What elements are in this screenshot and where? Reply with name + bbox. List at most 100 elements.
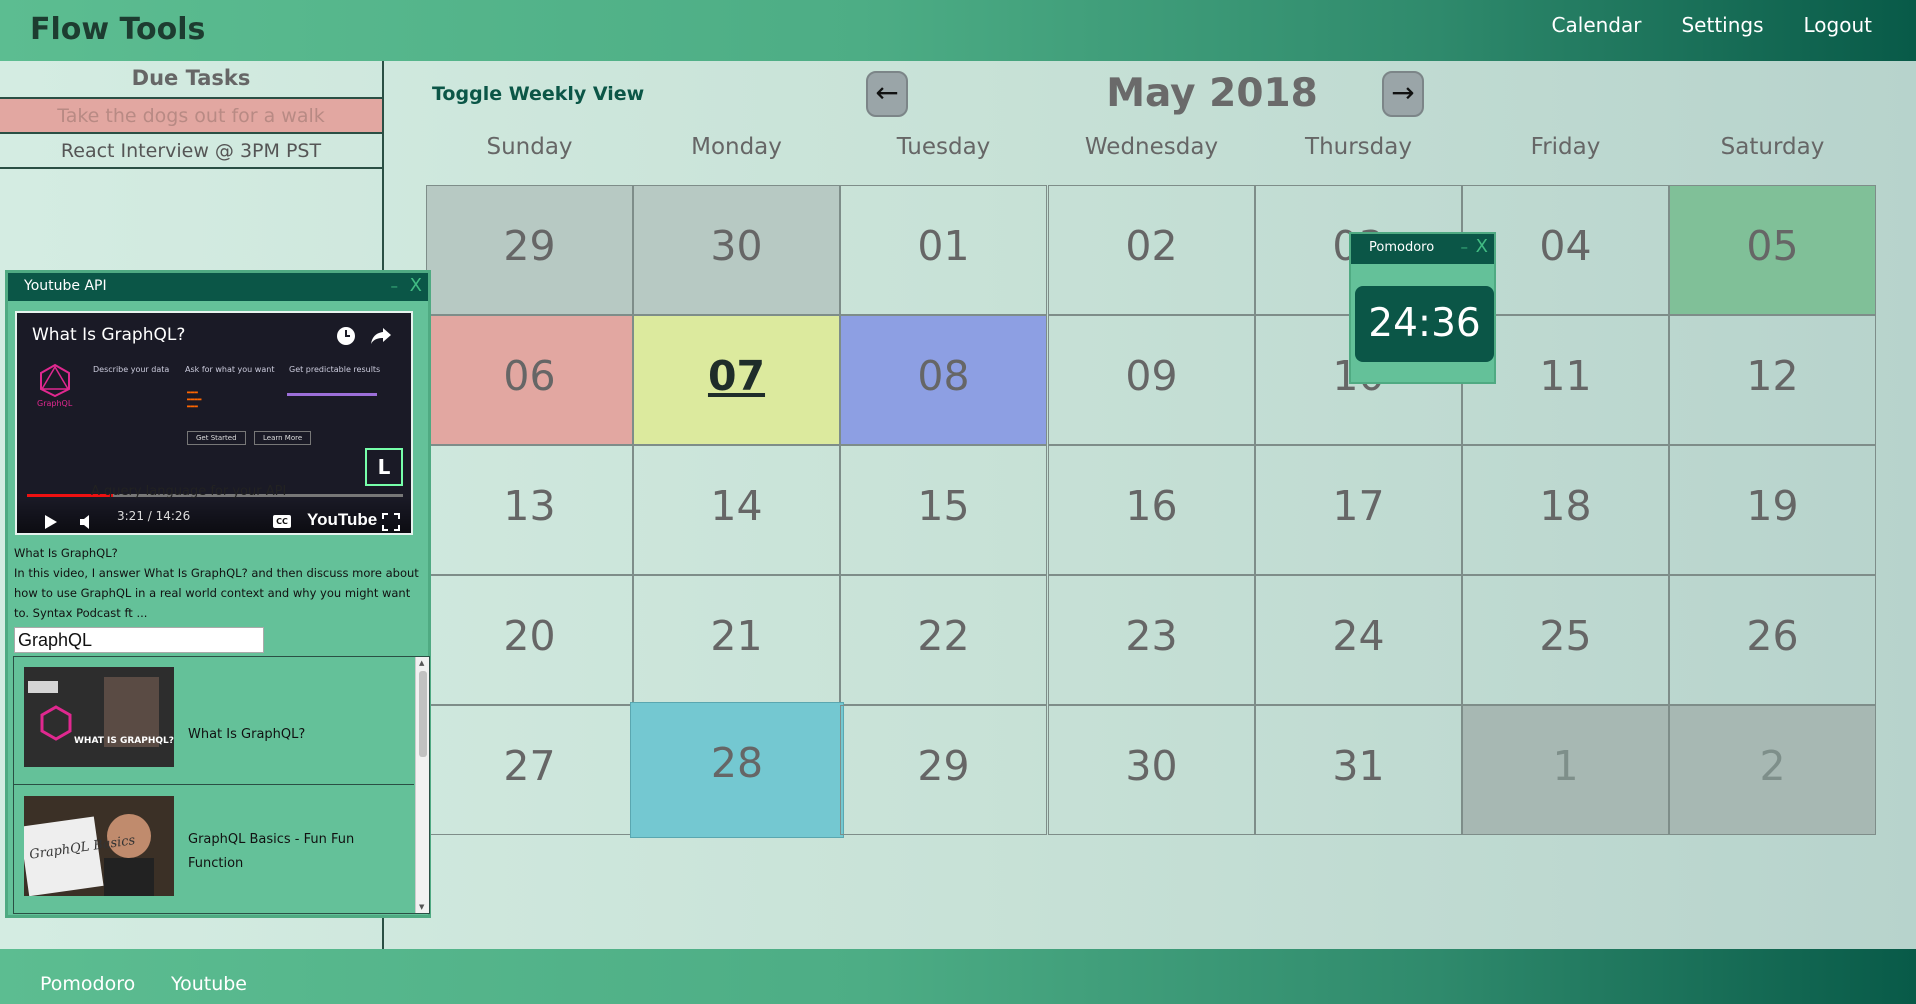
weekday-header: Monday: [691, 134, 782, 160]
task-item[interactable]: Take the dogs out for a walk: [0, 99, 382, 134]
volume-icon[interactable]: [79, 514, 97, 530]
scrollbar-thumb[interactable]: [419, 671, 427, 757]
due-tasks-title: Due Tasks: [0, 61, 382, 99]
day-cell[interactable]: 13: [426, 445, 633, 575]
nav-calendar-link[interactable]: Calendar: [1552, 13, 1642, 37]
result-title[interactable]: GraphQL Basics - Fun Fun Function: [188, 828, 368, 876]
code-snippet: ▬▬▬ ▬▬▬▬ ▬▬▬: [187, 389, 202, 410]
day-cell[interactable]: 02: [1048, 185, 1255, 315]
day-cell[interactable]: 29: [840, 705, 1047, 835]
next-month-button[interactable]: →: [1382, 71, 1424, 117]
video-description: What Is GraphQL? In this video, I answer…: [14, 543, 424, 623]
captions-icon[interactable]: CC: [273, 515, 291, 528]
day-cell[interactable]: 2: [1669, 705, 1876, 835]
day-cell[interactable]: 25: [1462, 575, 1669, 705]
month-title: May 2018: [1106, 71, 1318, 116]
day-cell[interactable]: 17: [1255, 445, 1462, 575]
result-thumbnail[interactable]: GraphQL Basics: [19, 796, 174, 897]
toggle-weekly-view-button[interactable]: Toggle Weekly View: [432, 83, 644, 105]
result-thumbnail[interactable]: WHAT IS GRAPHQL?: [24, 667, 174, 767]
day-cell[interactable]: 06: [426, 315, 633, 445]
day-cell[interactable]: 22: [840, 575, 1047, 705]
result-item[interactable]: WHAT IS GRAPHQL? What Is GraphQL?: [14, 657, 414, 785]
fullscreen-icon[interactable]: [382, 513, 400, 531]
day-cell[interactable]: 12: [1669, 315, 1876, 445]
day-cell[interactable]: 16: [1048, 445, 1255, 575]
bottom-pomodoro-link[interactable]: Pomodoro: [40, 973, 135, 995]
app-title[interactable]: Flow Tools: [30, 12, 205, 47]
task-item[interactable]: React Interview @ 3PM PST: [0, 134, 382, 169]
day-cell[interactable]: 18: [1462, 445, 1669, 575]
pomodoro-window: Pomodoro – X 24:36: [1349, 232, 1496, 384]
weekday-header: Wednesday: [1084, 134, 1219, 160]
calendar-panel: Toggle Weekly View ← May 2018 → Sunday M…: [384, 61, 1916, 949]
video-subtext: Ask for what you want: [185, 365, 275, 374]
day-cell[interactable]: 27: [426, 705, 633, 835]
day-cell[interactable]: 08: [840, 315, 1047, 445]
video-thumbnail-image: WHAT IS GRAPHQL?: [24, 667, 174, 767]
prev-month-button[interactable]: ←: [866, 71, 908, 117]
watch-later-icon[interactable]: [335, 325, 357, 347]
video-title: What Is GraphQL?: [32, 325, 186, 345]
day-cell[interactable]: 05: [1669, 185, 1876, 315]
video-subtext: Describe your data: [93, 365, 170, 374]
code-snippet: [287, 393, 377, 401]
day-cell[interactable]: 19: [1669, 445, 1876, 575]
scroll-up-icon[interactable]: ▲: [419, 659, 424, 667]
bottom-toolbar: Pomodoro Youtube: [0, 949, 1916, 1004]
day-cell[interactable]: 23: [1048, 575, 1255, 705]
day-cell[interactable]: 24: [1255, 575, 1462, 705]
bottom-youtube-link[interactable]: Youtube: [171, 973, 247, 995]
weekday-header: Sunday: [486, 134, 573, 160]
video-player[interactable]: What Is GraphQL? Describe your data Ask …: [15, 311, 413, 535]
pomodoro-window-title: Pomodoro: [1369, 240, 1435, 255]
day-cell-hovered[interactable]: 28: [630, 702, 844, 838]
youtube-window-title: Youtube API: [24, 278, 107, 294]
description-text: In this video, I answer What Is GraphQL?…: [14, 566, 419, 620]
pomodoro-timer[interactable]: 24:36: [1355, 286, 1494, 362]
day-cell[interactable]: 01: [840, 185, 1047, 315]
scroll-down-icon[interactable]: ▼: [419, 903, 424, 911]
weekday-header: Saturday: [1720, 134, 1825, 160]
day-cell[interactable]: 20: [426, 575, 633, 705]
day-cell[interactable]: 26: [1669, 575, 1876, 705]
video-caption: A query language for your API: [91, 484, 287, 499]
nav-links: Calendar Settings Logout: [1552, 13, 1872, 37]
result-item[interactable]: GraphQL Basics GraphQL Basics - Fun Fun …: [14, 786, 414, 913]
result-title[interactable]: What Is GraphQL?: [188, 723, 408, 747]
day-cell[interactable]: 15: [840, 445, 1047, 575]
youtube-window: Youtube API – X What Is GraphQL? Describ…: [5, 270, 431, 918]
nav-settings-link[interactable]: Settings: [1681, 13, 1763, 37]
results-scrollbar[interactable]: ▲ ▼: [415, 657, 429, 913]
youtube-logo[interactable]: YouTube: [307, 510, 377, 530]
month-grid: 29 30 01 02 03 04 05 06 07 08 09 10 11 1…: [426, 185, 1878, 838]
thumbnail-text: WHAT IS GRAPHQL?: [74, 736, 174, 746]
youtube-window-titlebar[interactable]: Youtube API – X: [8, 273, 428, 301]
close-icon[interactable]: X: [1476, 236, 1488, 257]
day-cell[interactable]: 29: [426, 185, 633, 315]
weekday-header: Tuesday: [896, 134, 991, 160]
youtube-results-list[interactable]: WHAT IS GRAPHQL? What Is GraphQL? GraphQ…: [13, 656, 430, 914]
pomodoro-window-titlebar[interactable]: Pomodoro – X: [1351, 234, 1494, 264]
day-cell[interactable]: 14: [633, 445, 840, 575]
share-icon[interactable]: [369, 325, 393, 347]
minimize-icon[interactable]: –: [1461, 238, 1469, 256]
day-cell-today[interactable]: 07: [633, 315, 840, 445]
play-icon[interactable]: [43, 513, 59, 531]
video-time: 3:21 / 14:26: [117, 509, 191, 523]
video-thumbnail-image: GraphQL Basics: [19, 796, 174, 897]
nav-logout-link[interactable]: Logout: [1804, 13, 1872, 37]
video-cta: Learn More: [254, 431, 312, 445]
minimize-icon[interactable]: –: [391, 277, 399, 295]
top-navbar: Flow Tools Calendar Settings Logout: [0, 0, 1916, 61]
day-cell[interactable]: 1: [1462, 705, 1669, 835]
day-cell[interactable]: 30: [633, 185, 840, 315]
day-cell[interactable]: 21: [633, 575, 840, 705]
weekday-header: Thursday: [1305, 134, 1412, 160]
day-cell[interactable]: 31: [1255, 705, 1462, 835]
close-icon[interactable]: X: [410, 275, 422, 296]
channel-watermark-icon[interactable]: L: [365, 448, 403, 486]
day-cell[interactable]: 30: [1048, 705, 1255, 835]
day-cell[interactable]: 09: [1048, 315, 1255, 445]
youtube-search-input[interactable]: [14, 627, 264, 653]
